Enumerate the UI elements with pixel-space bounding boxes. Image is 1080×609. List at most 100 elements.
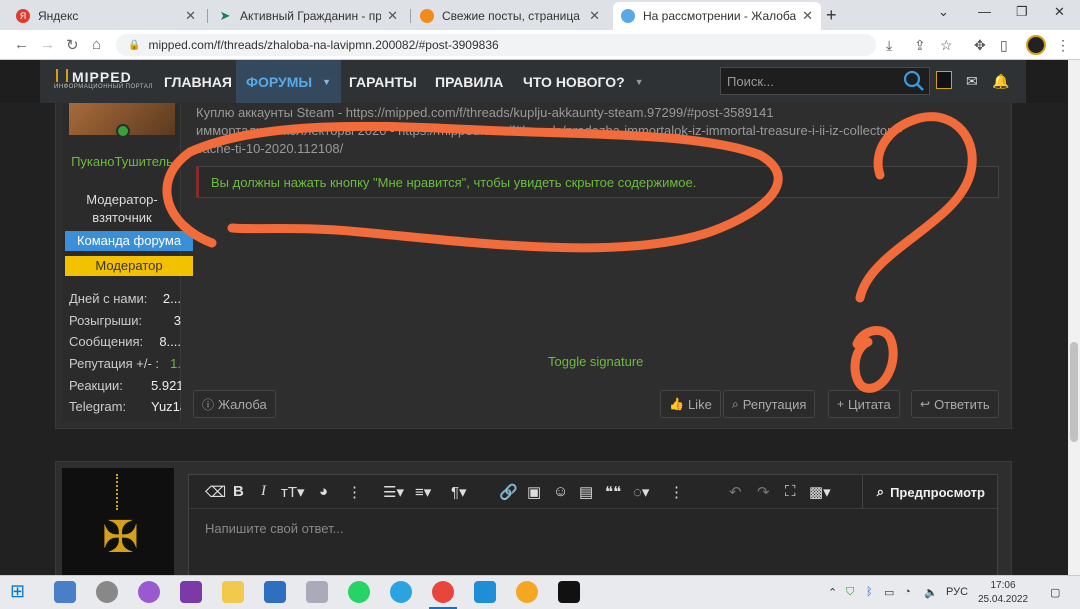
more-icon[interactable]: ⋮ — [347, 483, 362, 501]
tab-pikabu[interactable]: Свежие посты, страница 2 | Пи ✕ — [412, 2, 608, 30]
moderator-banner: Модератор — [65, 256, 193, 276]
reload-icon[interactable]: ↻ — [66, 36, 79, 54]
fullscreen-icon[interactable]: ⛶ — [785, 483, 796, 500]
list-icon[interactable]: ☰▾ — [383, 483, 404, 501]
scrollbar-thumb[interactable] — [1070, 342, 1078, 442]
align-icon[interactable]: ≡▾ — [415, 483, 431, 501]
preview-button[interactable]: ⌕ Предпросмотр — [861, 475, 999, 509]
chevron-up-icon[interactable]: ⌃ — [828, 586, 837, 599]
tab-mipped[interactable]: На рассмотрении - Жалоба на I ✕ — [613, 2, 821, 30]
quote-icon[interactable]: ❝❝ — [605, 483, 621, 501]
reputation-button[interactable]: ⌕ Репутация — [723, 390, 816, 418]
whatsapp-icon[interactable] — [348, 581, 370, 603]
link-icon[interactable]: 🔗 — [499, 483, 518, 501]
new-tab-button[interactable]: + — [826, 5, 837, 26]
chevron-down-icon[interactable]: ⌄ — [938, 4, 949, 20]
photos-icon[interactable] — [306, 581, 328, 603]
nav-rules[interactable]: ПРАВИЛА — [425, 60, 513, 103]
telegram-icon[interactable] — [390, 581, 412, 603]
palette-icon[interactable]: ◕ — [319, 483, 328, 500]
signature-link[interactable]: имморталки и коллекторы 2020 - https://m… — [196, 123, 996, 138]
speaker-icon[interactable]: 🔈 — [924, 586, 938, 599]
username[interactable]: ПуканоТушитель — [63, 153, 181, 170]
italic-icon[interactable]: I — [261, 483, 266, 500]
avatar[interactable]: ✠ — [62, 468, 174, 575]
tab-ag[interactable]: ➤ Активный Гражданин - проект ✕ — [210, 2, 406, 30]
bell-icon[interactable]: 🔔 — [992, 73, 1009, 90]
editor-toolbar: ⌫ B I тT▾ ◕ ⋮ ☰▾ ≡▾ ¶▾ 🔗 ▣ ☺ ▤ ❝❝ ◌▾ ⋮ ↶… — [189, 475, 999, 509]
chrome-icon[interactable] — [429, 581, 457, 609]
file-explorer-icon[interactable] — [222, 581, 244, 603]
mail-app-icon[interactable] — [264, 581, 286, 603]
menu-icon[interactable]: ⋮ — [1056, 37, 1070, 54]
quote-button[interactable]: + Цитата — [828, 390, 900, 418]
site-logo[interactable]: MIPPED ИНФОРМАЦИОННЫЙ ПОРТАЛ — [54, 69, 152, 93]
chevron-down-icon[interactable]: ▼ — [322, 77, 331, 87]
close-icon[interactable]: ✕ — [185, 8, 196, 24]
calculator-icon[interactable] — [54, 581, 76, 603]
signature-link[interactable]: cache-ti-10-2020.112108/ — [196, 141, 343, 156]
media-icon[interactable]: ▤ — [579, 483, 593, 501]
close-icon[interactable]: ✕ — [589, 8, 600, 24]
user-avatar-icon[interactable] — [936, 71, 952, 89]
pikabu-icon — [420, 9, 434, 23]
paragraph-icon[interactable]: ¶▾ — [451, 483, 467, 501]
close-icon[interactable]: ✕ — [387, 8, 398, 24]
notifications-icon[interactable]: ▢ — [1050, 586, 1060, 599]
star-icon[interactable]: ☆ — [940, 37, 953, 54]
reply-button[interactable]: ↩ Ответить — [911, 390, 999, 418]
hide-icon[interactable]: ◌▾ — [633, 483, 649, 501]
shield-icon[interactable]: ⛉ — [846, 586, 854, 599]
minimize-button[interactable]: — — [978, 4, 991, 19]
url-field[interactable]: 🔒 mipped.com/f/threads/zhaloba-na-lavipm… — [116, 34, 876, 56]
toggle-signature-link[interactable]: Toggle signature — [548, 354, 643, 369]
onenote-icon[interactable] — [180, 581, 202, 603]
tab-yandex[interactable]: Я Яндекс ✕ — [8, 2, 204, 30]
nav-forums[interactable]: ФОРУМЫ ▼ — [236, 60, 341, 103]
windows-start-icon[interactable]: ⊞ — [10, 581, 32, 603]
extensions-icon[interactable]: ✥ — [974, 37, 986, 54]
undo-icon[interactable]: ↶ — [729, 483, 742, 501]
smiley-icon[interactable]: ☺ — [553, 483, 568, 500]
firefox-icon[interactable] — [138, 581, 160, 603]
system-clock[interactable]: 17:06 25.04.2022 — [978, 579, 1028, 607]
reply-input[interactable]: Напишите свой ответ... — [205, 521, 343, 536]
image-icon[interactable]: ▣ — [527, 483, 541, 501]
windows-taskbar: ⊞ ⌃ ⛉ ᛒ ▭ ◔ 🔈 РУС 17:06 25.04.2022 ▢ — [0, 575, 1080, 609]
home-icon[interactable]: ⌂ — [92, 36, 101, 53]
more-icon[interactable]: ⋮ — [669, 483, 684, 501]
bold-icon[interactable]: B — [233, 483, 244, 500]
nav-guarantors[interactable]: ГАРАНТЫ — [339, 60, 427, 103]
search-icon[interactable] — [903, 70, 925, 92]
clock-app-icon[interactable] — [96, 581, 118, 603]
share-icon[interactable]: ⇪ — [914, 37, 926, 54]
app-icon[interactable] — [474, 581, 496, 603]
music-app-icon[interactable] — [516, 581, 538, 603]
nav-home[interactable]: ГЛАВНАЯ — [154, 60, 242, 103]
text-size-icon[interactable]: тT▾ — [281, 483, 305, 501]
language-indicator[interactable]: РУС — [946, 586, 968, 598]
battery-icon[interactable]: ▭ — [884, 586, 894, 599]
report-button[interactable]: ⓘ Жалоба — [193, 390, 276, 418]
install-icon[interactable]: ⤓ — [886, 37, 892, 54]
search-input[interactable]: Поиск... — [720, 67, 930, 95]
back-icon[interactable]: ← — [14, 36, 29, 53]
mail-icon[interactable]: ✉ — [966, 73, 978, 90]
close-window-button[interactable]: ✕ — [1054, 4, 1065, 20]
forward-icon[interactable]: → — [40, 36, 55, 53]
network-icon[interactable]: ◔ — [904, 586, 911, 598]
like-button[interactable]: 👍 Like — [660, 390, 721, 418]
chevron-down-icon[interactable]: ▼ — [635, 77, 644, 87]
sidebar-icon[interactable]: ▯ — [1000, 37, 1008, 54]
kinemaster-icon[interactable] — [558, 581, 580, 603]
bluetooth-icon[interactable]: ᛒ — [866, 586, 873, 598]
page-scrollbar[interactable] — [1068, 60, 1080, 575]
drafts-icon[interactable]: ▩▾ — [809, 483, 831, 501]
redo-icon[interactable]: ↷ — [757, 483, 770, 501]
signature-link[interactable]: Куплю аккаунты Steam - https://mipped.co… — [196, 105, 774, 120]
nav-whats-new[interactable]: ЧТО НОВОГО? ▼ — [513, 60, 654, 103]
close-icon[interactable]: ✕ — [802, 8, 813, 24]
eraser-icon[interactable]: ⌫ — [205, 483, 226, 501]
maximize-button[interactable]: ❐ — [1016, 4, 1028, 20]
profile-avatar[interactable] — [1026, 35, 1046, 55]
